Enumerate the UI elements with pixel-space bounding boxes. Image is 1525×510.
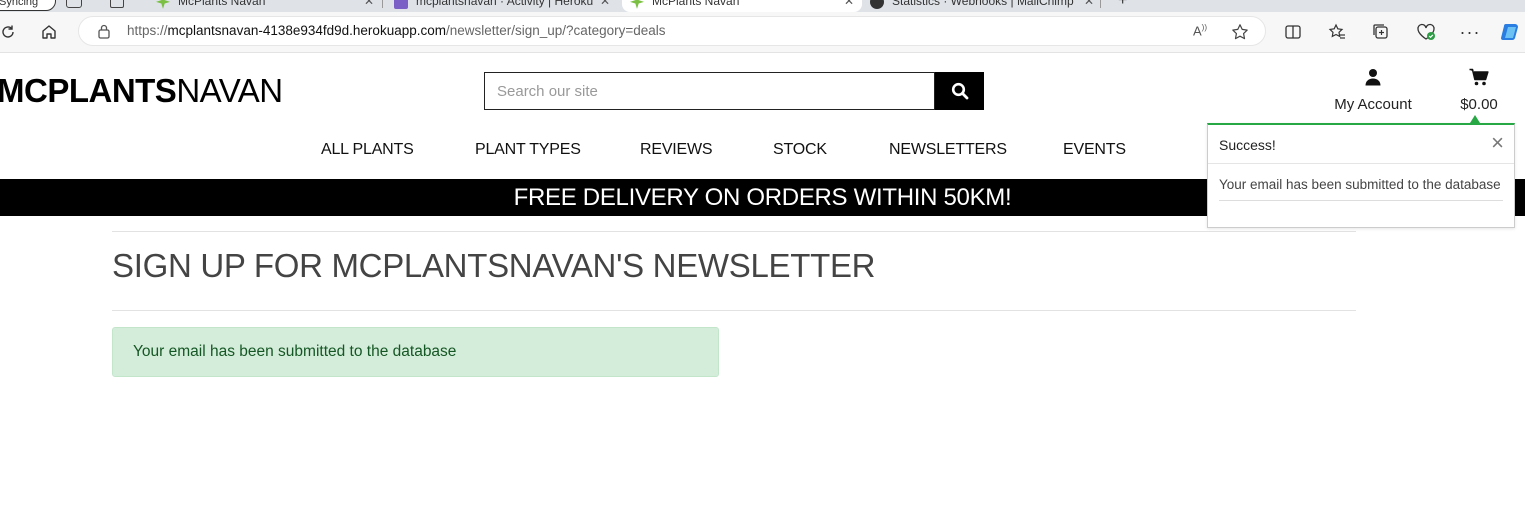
logo-light-text: NAVAN [176,72,283,109]
toast-close-icon[interactable]: × [1491,131,1504,155]
split-screen-icon[interactable] [1281,20,1305,44]
tab-mcplants-1[interactable]: McPlants Navan ✕ [150,0,382,12]
cart-icon [1469,68,1489,86]
browser-toolbar: https://mcplantsnavan-4138e934fd9d.herok… [0,12,1525,53]
site-logo[interactable]: MCPLANTSNAVAN [0,72,283,110]
nav-stock[interactable]: STOCK [773,141,827,159]
plant-favicon-icon [630,0,644,9]
nav-events[interactable]: EVENTS [1063,141,1126,159]
tab-separator [1100,0,1101,8]
home-icon[interactable] [37,20,61,44]
url-scheme: https:// [127,23,168,38]
collections-icon[interactable] [1369,20,1393,44]
tab-heroku[interactable]: mcplantsnavan · Activity | Heroku ✕ [390,0,618,12]
tab-label: McPlants Navan [178,0,266,8]
heroku-favicon-icon [394,0,408,9]
toast-title: Success! [1219,137,1276,153]
shopping-bag-link[interactable]: $0.00 [1452,68,1506,113]
tab-mailchimp[interactable]: Statistics · Webhooks | MailChimp ✕ [862,0,1102,12]
site-search [484,72,984,110]
nav-all-plants[interactable]: ALL PLANTS [321,141,414,159]
success-alert: Your email has been submitted to the dat… [112,327,719,377]
url-host: mcplantsnavan-4138e934fd9d.herokuapp.com [167,23,446,38]
search-input[interactable] [484,72,935,110]
search-icon [951,82,968,100]
refresh-icon[interactable] [0,20,20,44]
toast-header: Success! × [1208,125,1514,164]
bag-total: $0.00 [1460,96,1498,113]
url-text[interactable]: https://mcplantsnavan-4138e934fd9d.herok… [127,23,666,38]
lock-icon[interactable] [97,23,111,44]
page-title: SIGN UP FOR MCPLANTSNAVAN'S NEWSLETTER [112,247,876,284]
plant-favicon-icon [156,0,170,9]
favorite-star-icon[interactable] [1231,23,1249,44]
browser-essentials-icon[interactable] [1414,20,1438,44]
tab-close-icon[interactable]: ✕ [1084,0,1094,12]
nav-newsletters[interactable]: NEWSLETTERS [889,141,1007,159]
address-bar[interactable]: https://mcplantsnavan-4138e934fd9d.herok… [78,16,1266,46]
github-favicon-icon [870,0,884,9]
copilot-icon[interactable] [1498,20,1522,44]
tab-separator [382,0,383,8]
my-account-label: My Account [1334,96,1412,113]
favorites-icon[interactable] [1325,20,1349,44]
tab-mcplants-active[interactable]: McPlants Navan ✕ [622,0,862,12]
tab-actions-icon[interactable] [110,0,124,8]
read-aloud-icon[interactable]: A)) [1193,23,1207,38]
divider [112,310,1356,311]
tab-label: McPlants Navan [652,0,740,8]
logo-bold-text: MCPLANTS [0,72,177,109]
tab-label: mcplantsnavan · Activity | Heroku [416,0,594,8]
workspaces-icon[interactable] [66,0,82,8]
search-button[interactable] [935,72,984,110]
nav-plant-types[interactable]: PLANT TYPES [475,141,581,159]
more-menu-icon[interactable]: ··· [1458,20,1482,44]
tab-close-icon[interactable]: ✕ [364,0,374,12]
toast-arrow [1470,115,1480,123]
success-toast: Success! × Your email has been submitted… [1207,115,1515,228]
user-icon [1365,69,1381,86]
tab-label: Statistics · Webhooks | MailChimp [892,0,1074,8]
new-tab-button[interactable]: + [1118,0,1127,10]
profile-sync-label: Syncing [0,0,39,8]
url-path: /newsletter/sign_up/?category=deals [445,23,666,38]
toast-divider [1219,200,1503,201]
divider [112,231,1356,232]
tab-close-icon[interactable]: ✕ [844,0,854,12]
nav-reviews[interactable]: REVIEWS [640,141,713,159]
browser-tab-strip: Syncing McPlants Navan ✕ mcplantsnavan ·… [0,0,1525,12]
toast-message: Your email has been submitted to the dat… [1219,177,1501,192]
profile-sync-button[interactable]: Syncing [0,0,56,11]
tab-close-icon[interactable]: ✕ [600,0,610,12]
my-account-link[interactable]: My Account [1325,68,1421,113]
